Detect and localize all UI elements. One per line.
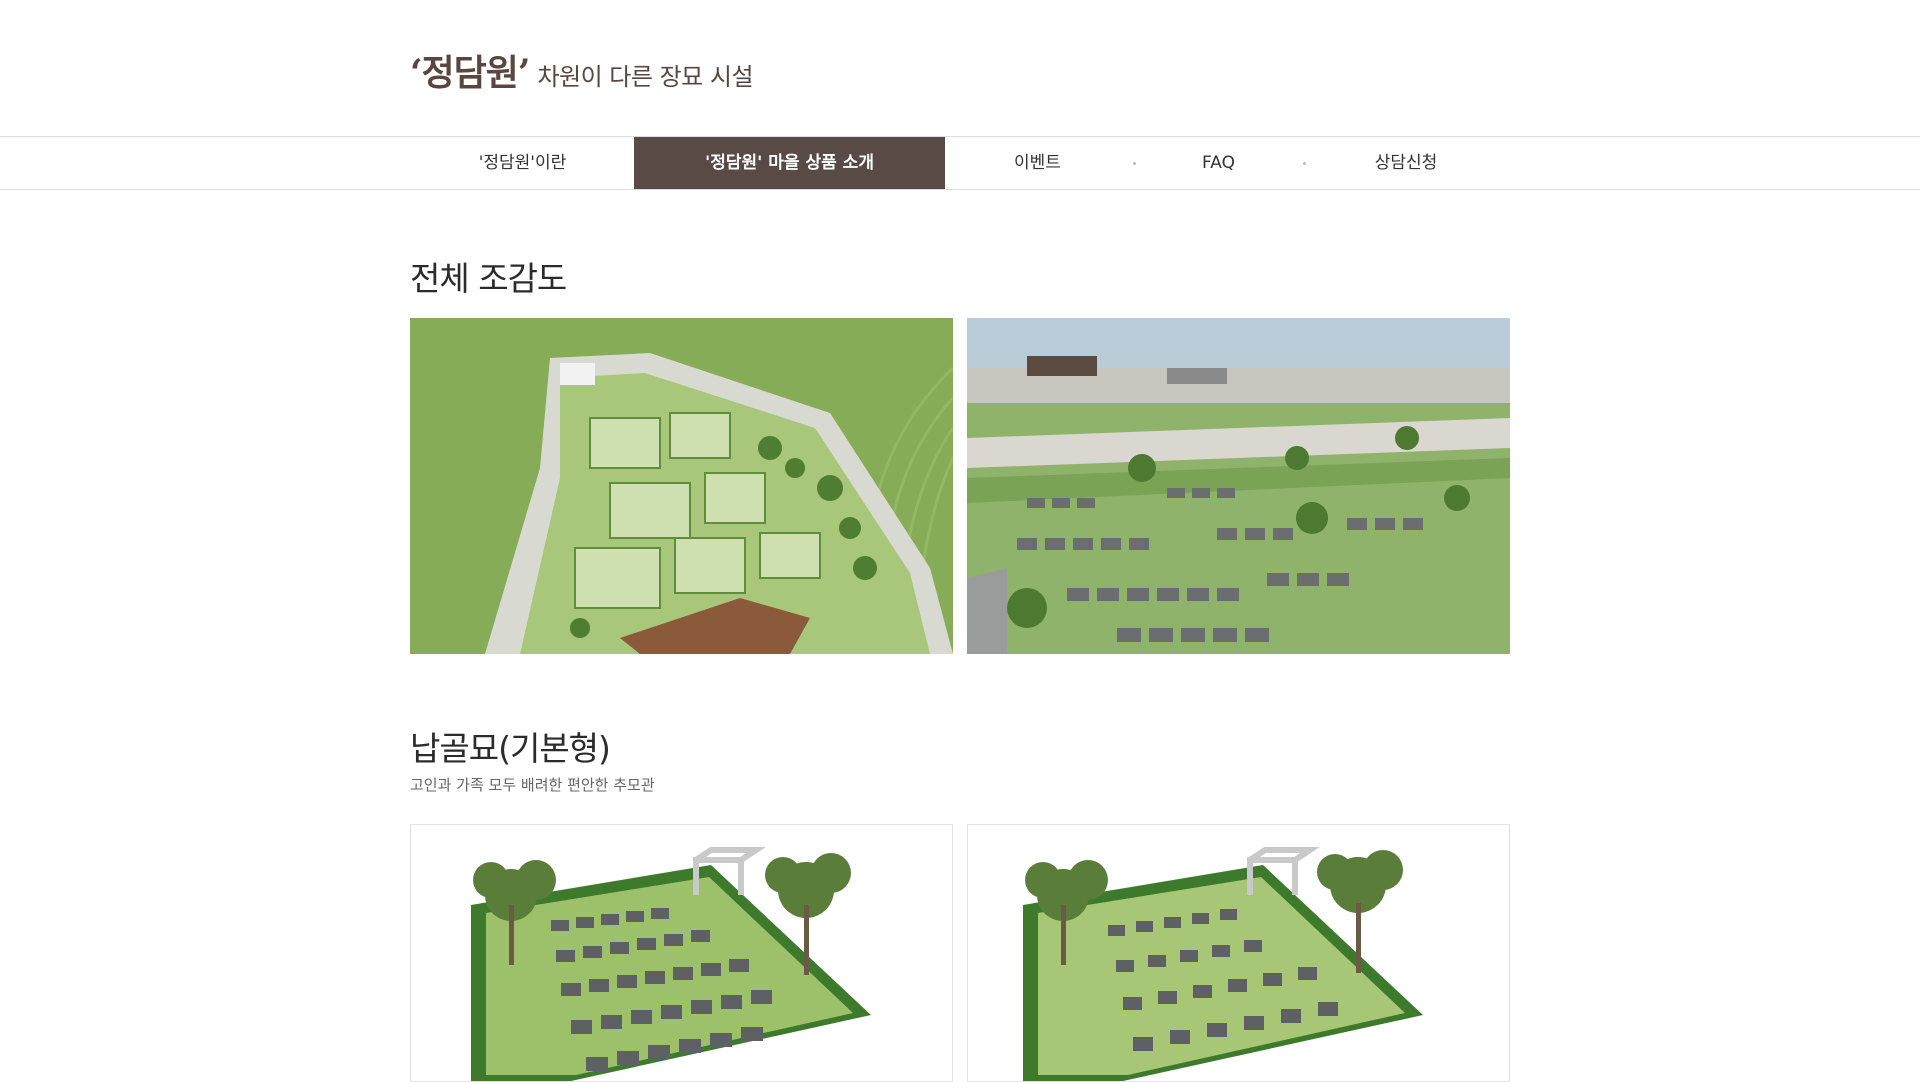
logo-mark: ‘정담원’ bbox=[410, 52, 530, 94]
main-nav: '정담원'이란 '정담원' 마을 상품 소개 이벤트 FAQ 상담신청 bbox=[0, 136, 1920, 190]
product-image-2 bbox=[1023, 847, 1423, 1081]
nav-item-event[interactable]: 이벤트 bbox=[945, 137, 1130, 189]
product-subtitle: 고인과 가족 모두 배려한 편안한 추모관 bbox=[410, 776, 655, 794]
product-card-1[interactable] bbox=[410, 824, 953, 1082]
aerial-view-image-1[interactable] bbox=[410, 318, 953, 654]
logo-tagline: 차원이 다른 장묘 시설 bbox=[537, 63, 754, 91]
site-header: ‘정담원’ 차원이 다른 장묘 시설 bbox=[0, 0, 1920, 136]
nav-item-consult[interactable]: 상담신청 bbox=[1306, 137, 1506, 189]
nav-item-products[interactable]: '정담원' 마을 상품 소개 bbox=[634, 137, 945, 189]
nav-item-about[interactable]: '정담원'이란 bbox=[410, 137, 635, 189]
nav-item-faq[interactable]: FAQ bbox=[1136, 137, 1301, 189]
overview-title: 전체 조감도 bbox=[410, 259, 567, 298]
product-image-1 bbox=[471, 847, 871, 1081]
aerial-view-image-2[interactable] bbox=[967, 318, 1510, 654]
product-card-2[interactable] bbox=[967, 824, 1510, 1082]
product-title: 납골묘(기본형) bbox=[410, 729, 611, 768]
site-logo[interactable]: ‘정담원’ 차원이 다른 장묘 시설 bbox=[410, 44, 754, 96]
